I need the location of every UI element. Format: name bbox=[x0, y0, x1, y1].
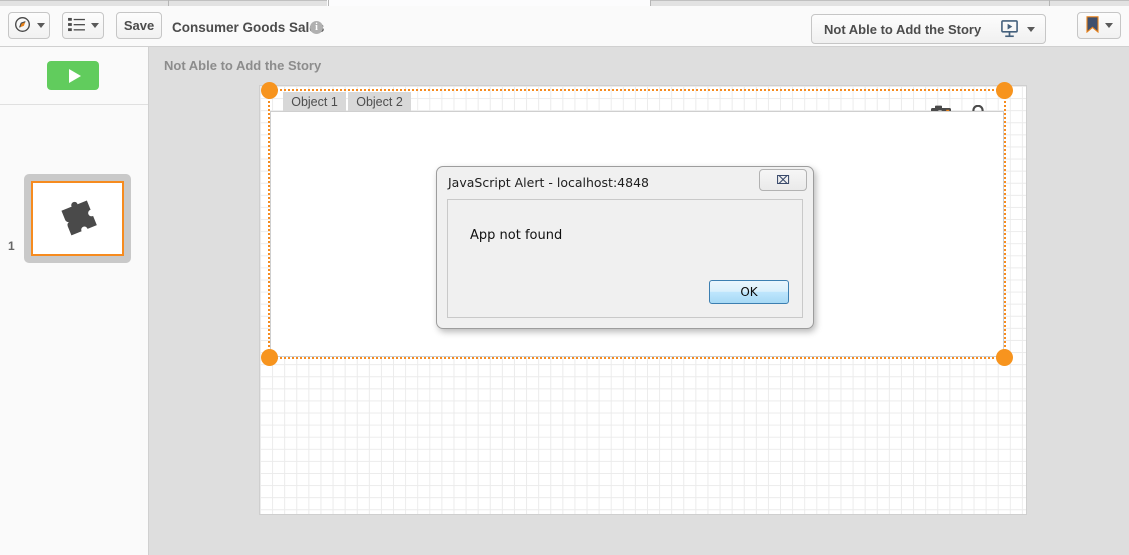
story-heading: Not Able to Add the Story bbox=[164, 58, 322, 73]
story-slides-panel: 1 bbox=[0, 47, 149, 555]
resize-handle-bottom-left[interactable] bbox=[261, 349, 278, 366]
resize-handle-top-left[interactable] bbox=[261, 82, 278, 99]
resize-handle-bottom-right[interactable] bbox=[996, 349, 1013, 366]
story-selector-label: Not Able to Add the Story bbox=[824, 21, 982, 37]
close-icon[interactable]: ⌧ bbox=[759, 169, 807, 191]
object-tab-2[interactable]: Object 2 bbox=[348, 92, 411, 112]
play-icon bbox=[68, 68, 81, 83]
ok-button[interactable]: OK bbox=[709, 280, 789, 304]
puzzle-piece-icon bbox=[56, 197, 100, 240]
bookmark-icon bbox=[1085, 15, 1099, 36]
dialog-title: JavaScript Alert - localhost:4848 bbox=[448, 175, 649, 190]
object-tab-1[interactable]: Object 1 bbox=[283, 92, 346, 112]
slide-thumbnail-preview bbox=[31, 181, 124, 256]
chevron-down-icon bbox=[36, 23, 45, 28]
presentation-monitor-icon bbox=[1000, 20, 1019, 38]
dialog-body: App not found OK bbox=[447, 199, 803, 318]
sheets-menu-button[interactable] bbox=[62, 12, 104, 39]
slide-thumbnail-1[interactable] bbox=[24, 174, 131, 263]
main-toolbar: Save Consumer Goods Sales i Not Able to … bbox=[0, 6, 1129, 47]
resize-handle-top-right[interactable] bbox=[996, 82, 1013, 99]
info-icon[interactable]: i bbox=[310, 21, 323, 34]
page-title: Consumer Goods Sales bbox=[172, 20, 325, 35]
play-story-button[interactable] bbox=[47, 61, 99, 90]
chevron-down-icon bbox=[1027, 26, 1035, 32]
list-icon bbox=[67, 17, 85, 35]
slide-number: 1 bbox=[8, 239, 15, 253]
dialog-title-bar: JavaScript Alert - localhost:4848 ⌧ bbox=[437, 167, 813, 199]
chevron-down-icon bbox=[1104, 23, 1113, 28]
save-button[interactable]: Save bbox=[116, 12, 162, 39]
bookmarks-button[interactable] bbox=[1077, 12, 1121, 39]
dialog-message: App not found bbox=[470, 228, 563, 243]
navigation-menu-button[interactable] bbox=[8, 12, 50, 39]
compass-icon bbox=[14, 16, 31, 36]
panel-divider bbox=[0, 104, 148, 105]
javascript-alert-dialog: JavaScript Alert - localhost:4848 ⌧ App … bbox=[436, 166, 814, 329]
story-selector[interactable]: Not Able to Add the Story bbox=[811, 14, 1046, 44]
chevron-down-icon bbox=[90, 23, 99, 28]
